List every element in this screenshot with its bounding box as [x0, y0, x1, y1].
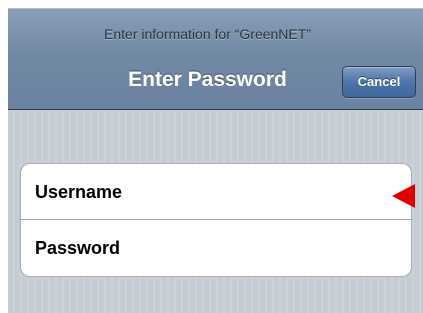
username-field[interactable]: Username	[21, 164, 411, 220]
username-label: Username	[35, 182, 123, 202]
credentials-form: Username Password	[20, 163, 412, 277]
navigation-bar: Enter information for “GreenNET” Enter P…	[8, 8, 423, 110]
network-prompt: Enter information for “GreenNET”	[104, 26, 311, 42]
password-dialog-screen: Enter information for “GreenNET” Enter P…	[8, 8, 423, 313]
password-field[interactable]: Password	[21, 220, 411, 276]
cancel-button[interactable]: Cancel	[342, 66, 416, 98]
red-arrow-icon	[392, 184, 415, 208]
password-label: Password	[35, 238, 121, 258]
